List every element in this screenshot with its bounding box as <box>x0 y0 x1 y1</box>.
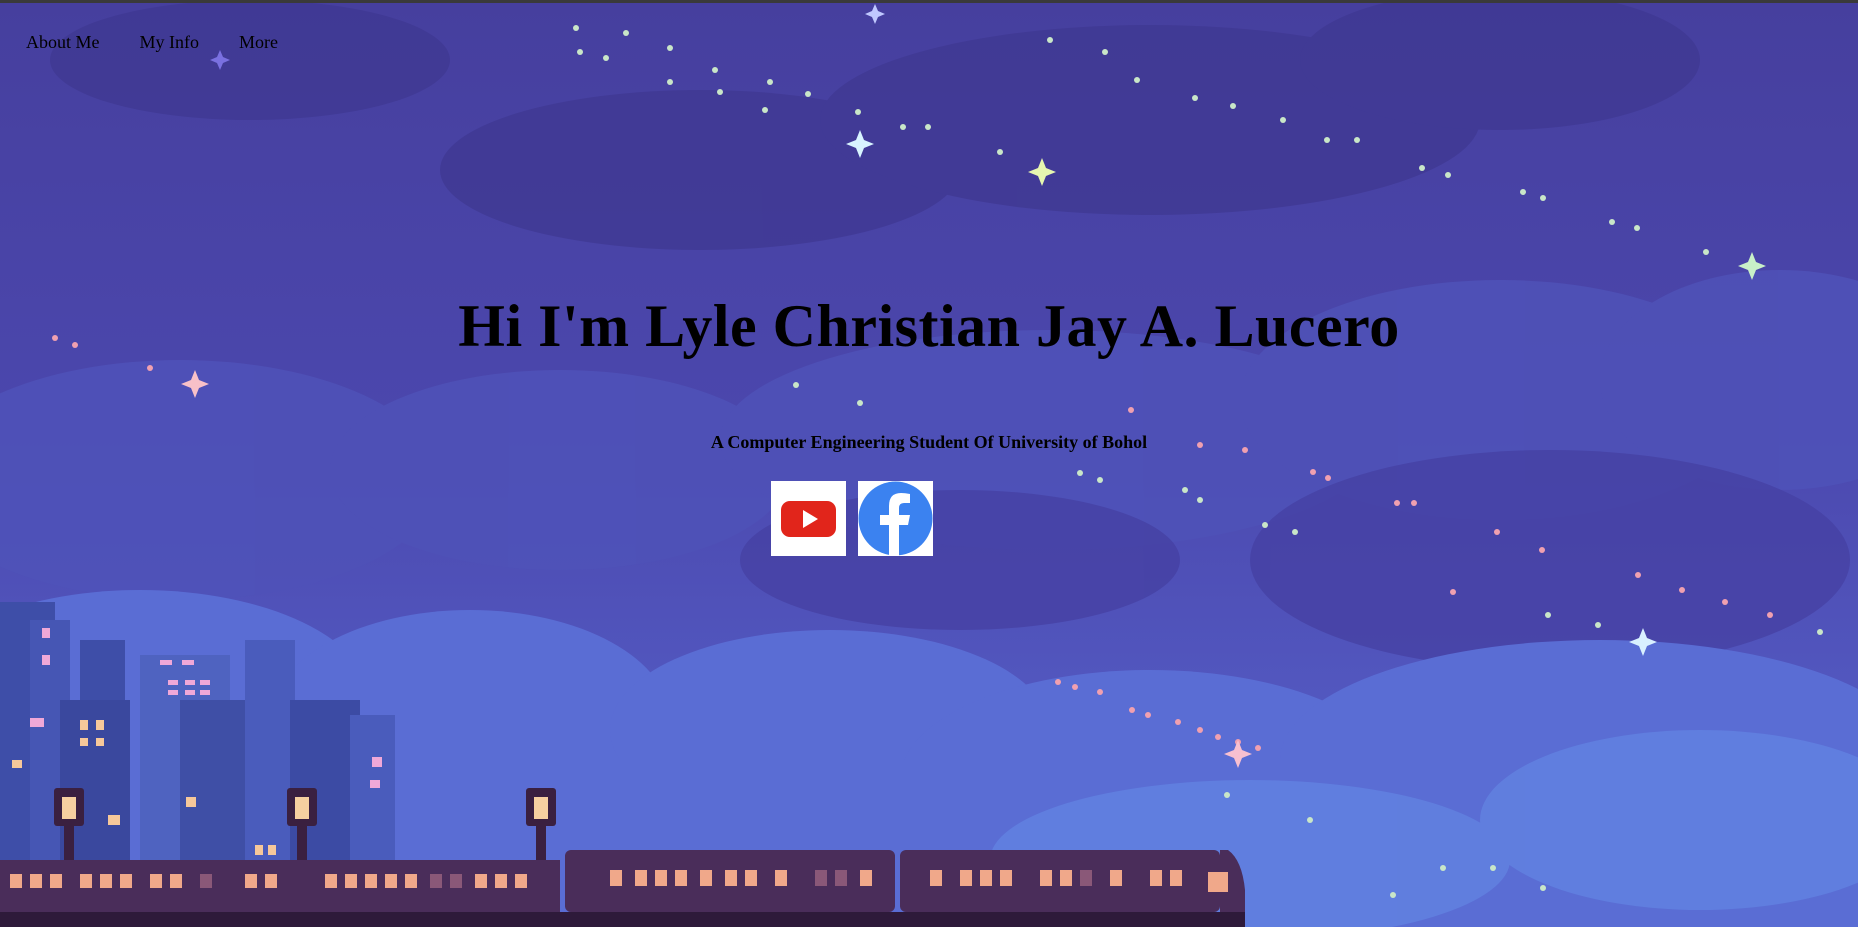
facebook-icon <box>858 481 933 556</box>
hero-subtitle: A Computer Engineering Student Of Univer… <box>710 432 1148 452</box>
hero-title: Hi I'm Lyle Christian Jay A. Lucero <box>458 293 1400 359</box>
nav-my-info[interactable]: My Info <box>140 32 200 53</box>
background-scene <box>0 0 1858 927</box>
nav-about-me[interactable]: About Me <box>26 32 100 53</box>
facebook-link[interactable] <box>858 481 933 556</box>
social-links <box>771 481 933 556</box>
train <box>0 850 1245 927</box>
nav-more[interactable]: More <box>239 32 278 53</box>
window-top-border <box>0 0 1858 3</box>
youtube-icon <box>771 481 846 556</box>
top-nav: About Me My Info More <box>26 32 278 53</box>
youtube-link[interactable] <box>771 481 846 556</box>
